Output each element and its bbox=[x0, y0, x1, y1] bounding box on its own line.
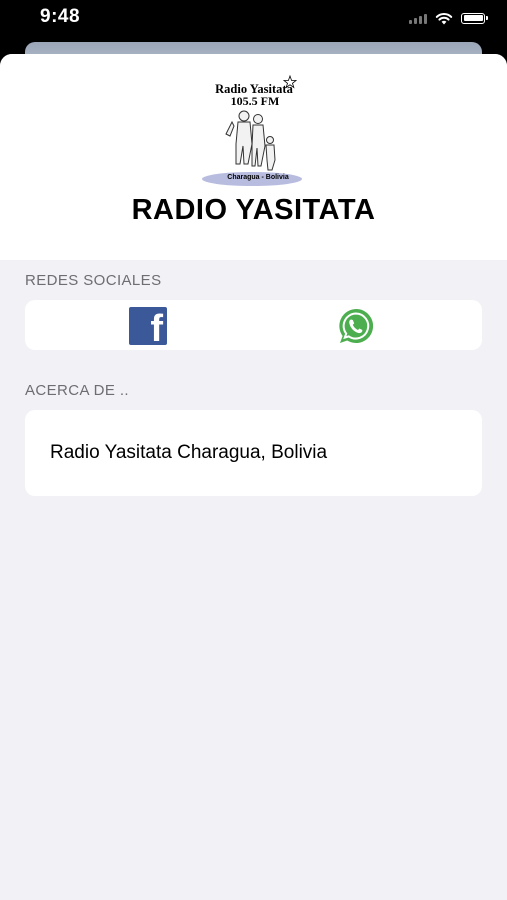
about-section-label: ACERCA DE .. bbox=[25, 382, 129, 399]
battery-icon bbox=[461, 12, 488, 24]
about-card: Radio Yasitata Charagua, Bolivia bbox=[25, 410, 482, 496]
status-time: 9:48 bbox=[40, 6, 81, 27]
status-icons bbox=[409, 10, 488, 26]
logo-frequency-text: 105.5 FM bbox=[231, 94, 280, 108]
facebook-icon: f bbox=[150, 308, 163, 350]
radio-logo: Radio Yasitata 105.5 FM Charagua - Boliv… bbox=[202, 74, 302, 186]
modal-sheet: Radio Yasitata 105.5 FM Charagua - Boliv… bbox=[0, 54, 507, 900]
header: Radio Yasitata 105.5 FM Charagua - Boliv… bbox=[0, 54, 507, 260]
about-text: Radio Yasitata Charagua, Bolivia bbox=[50, 442, 328, 463]
facebook-button[interactable]: f bbox=[129, 307, 167, 350]
whatsapp-icon[interactable] bbox=[337, 307, 375, 345]
status-bar: 9:48 bbox=[0, 0, 507, 44]
page-title: RADIO YASITATA bbox=[131, 194, 376, 226]
logo-place-text: Charagua - Bolivia bbox=[227, 174, 289, 181]
social-card: f bbox=[25, 300, 482, 350]
cellular-signal-icon bbox=[409, 12, 427, 24]
social-section-label: REDES SOCIALES bbox=[25, 272, 162, 289]
wifi-icon bbox=[435, 12, 453, 24]
